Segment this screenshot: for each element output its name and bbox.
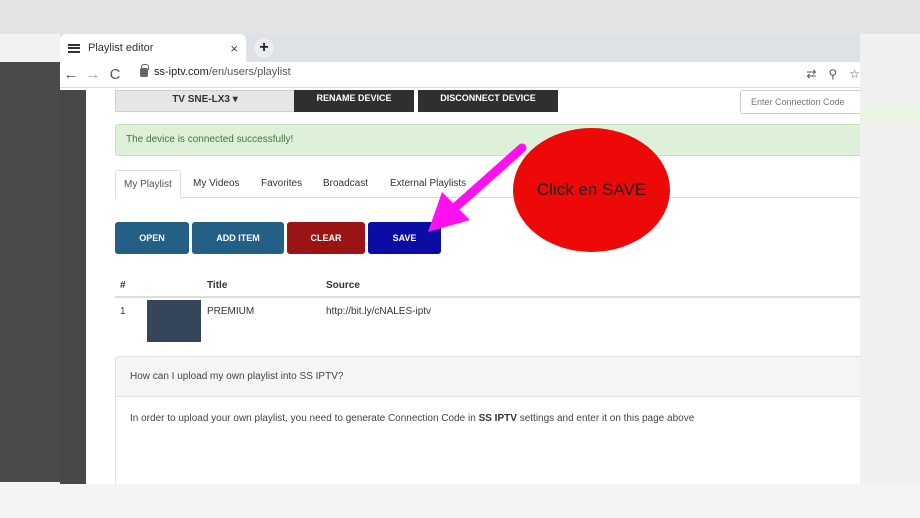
header-source: Source [326,280,360,291]
back-icon[interactable]: ← [60,66,82,83]
zoom-icon[interactable]: ⚲ [828,67,837,81]
playlist-table-header: # Title Source [115,274,860,298]
tab-bar: Playlist editor × + [60,34,860,62]
device-select[interactable]: TV SNE-LX3 ▾ [115,90,295,112]
forward-icon[interactable]: → [82,66,104,83]
disconnect-device-button[interactable]: DISCONNECT DEVICE [418,90,558,112]
address-bar-icons: ⇄ ⚲ ☆ [806,67,860,81]
faq-panel: How can I upload my own playlist into SS… [115,356,860,484]
address-bar: ← → C ss-iptv.com /en/users/playlist ⇄ ⚲… [60,62,860,88]
backdrop-top [0,0,920,34]
new-tab-button[interactable]: + [254,38,274,58]
row-number: 1 [120,306,126,317]
faq-answer-text-1: In order to upload your own playlist, yo… [130,413,479,424]
backdrop-right [860,34,920,484]
browser-tab-playlist-editor[interactable]: Playlist editor × [60,34,246,62]
close-tab-icon[interactable]: × [230,41,238,56]
bookmark-star-icon[interactable]: ☆ [849,67,860,81]
lock-icon [140,63,149,77]
row-title: PREMIUM [207,306,255,317]
url-field[interactable]: ss-iptv.com /en/users/playlist [140,63,291,78]
table-row[interactable]: 1 PREMIUM http://bit.ly/cNALES-iptv [115,300,860,342]
tab-favorites[interactable]: Favorites [253,170,310,198]
tab-my-videos[interactable]: My Videos [185,170,248,198]
backdrop-right-alert [860,104,920,124]
row-source: http://bit.ly/cNALES-iptv [326,306,432,317]
menu-icon [68,43,80,53]
faq-answer-text-2: settings and enter it on this page above [516,413,695,424]
tab-my-playlist[interactable]: My Playlist [115,170,181,198]
header-title: Title [207,280,228,291]
page-left-panel [60,90,86,484]
url-path: /en/users/playlist [208,66,291,78]
row-thumbnail [147,300,201,342]
add-item-button[interactable]: ADD ITEM [192,222,284,254]
header-number: # [120,280,126,291]
rename-device-button[interactable]: RENAME DEVICE [294,90,414,112]
faq-answer: In order to upload your own playlist, yo… [116,397,860,440]
annotation-balloon: Click en SAVE [513,128,670,252]
open-button[interactable]: OPEN [115,222,189,254]
faq-answer-bold: SS IPTV [478,413,517,424]
clear-button[interactable]: CLEAR [287,222,365,254]
device-select-value: TV SNE-LX3 [172,94,230,105]
backdrop-bottom [0,484,920,518]
backdrop-left [0,62,60,482]
browser-window: Playlist editor × + ← → C ss-iptv.com /e… [60,34,860,484]
translate-icon[interactable]: ⇄ [806,67,816,81]
url-host: ss-iptv.com [154,66,209,78]
reload-icon[interactable]: C [104,66,126,83]
tab-broadcast[interactable]: Broadcast [315,170,376,198]
connection-code-input[interactable] [740,90,860,114]
faq-question[interactable]: How can I upload my own playlist into SS… [116,357,860,397]
browser-tab-title: Playlist editor [88,42,154,54]
caret-down-icon: ▾ [232,94,238,105]
